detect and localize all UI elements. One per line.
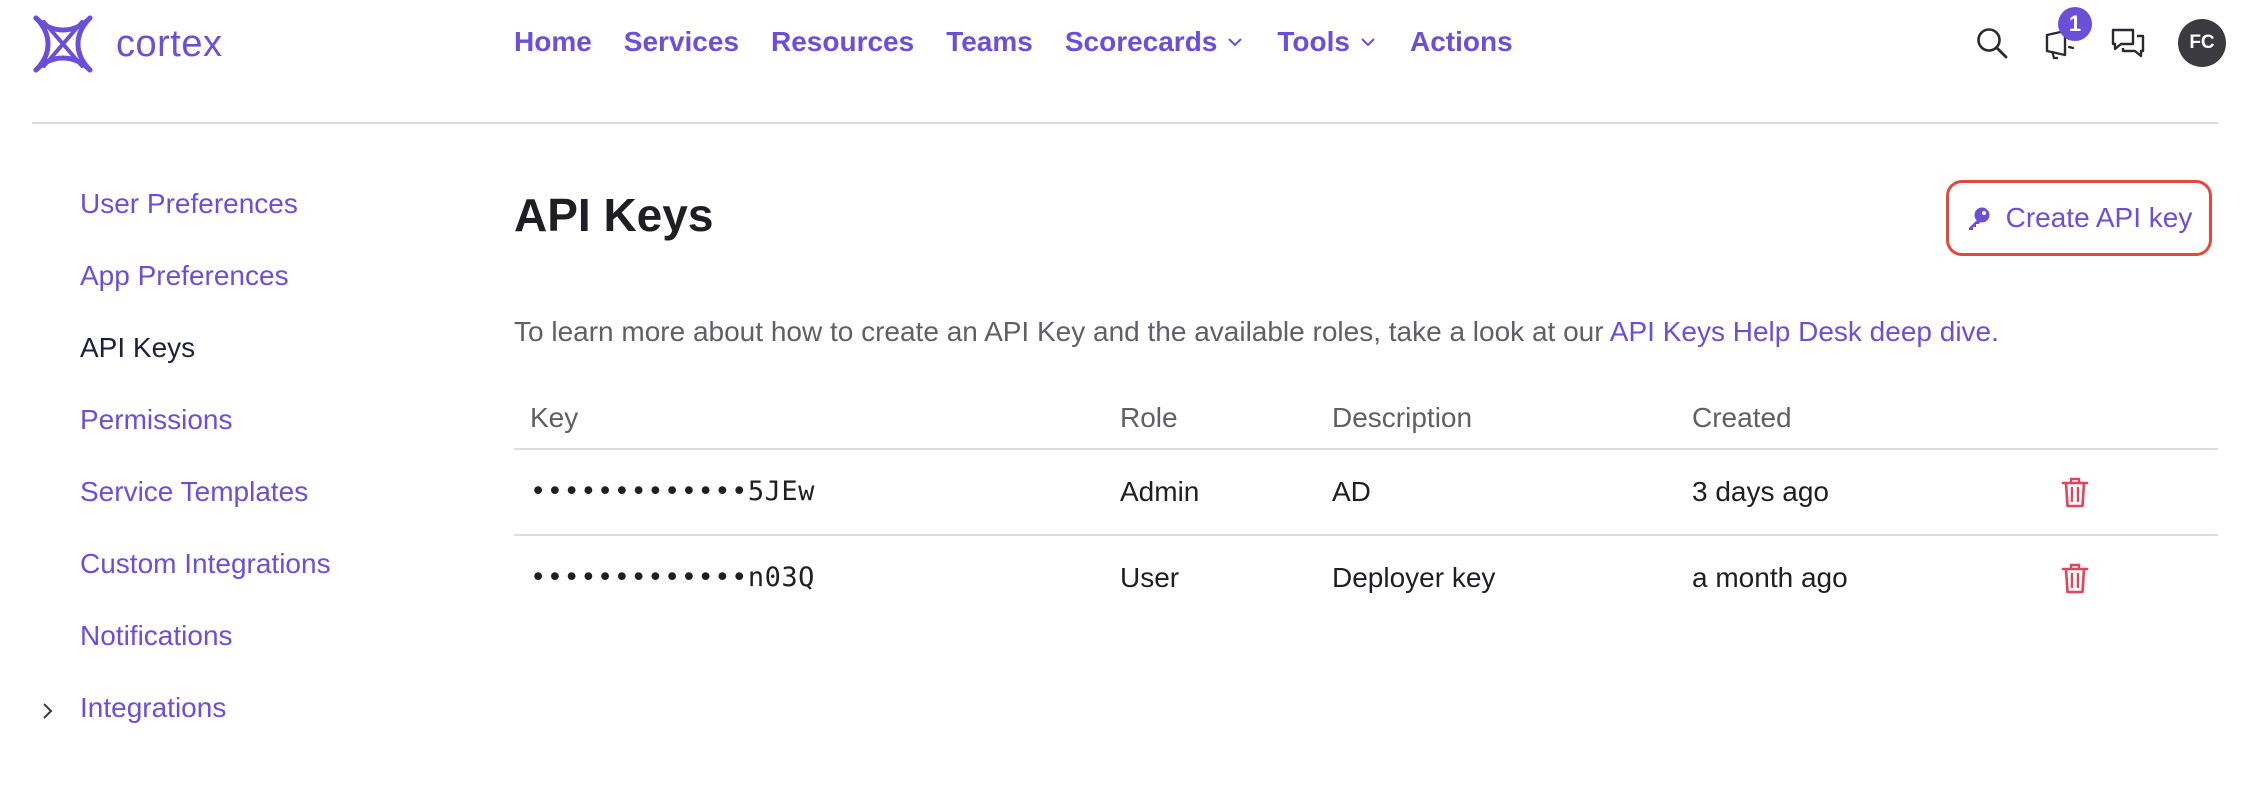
main-nav: Home Services Resources Teams Scorecards… xyxy=(514,20,1545,64)
key-icon xyxy=(1968,207,1990,230)
chevron-right-icon[interactable] xyxy=(36,700,58,722)
row-1-role: Admin xyxy=(1120,476,1200,507)
row-2-description: Deployer key xyxy=(1332,562,1496,593)
announcements-button[interactable]: 1 xyxy=(2040,7,2092,63)
column-header-description: Description xyxy=(1332,402,1473,433)
notification-badge: 1 xyxy=(2058,7,2092,41)
nav-teams-label: Teams xyxy=(946,26,1033,57)
row-divider-line xyxy=(514,534,2218,536)
header-divider xyxy=(32,122,2218,124)
create-api-key-label: Create API key xyxy=(2005,202,2193,233)
sidebar-item-integrations[interactable]: Integrations xyxy=(80,692,226,724)
column-header-created: Created xyxy=(1692,402,1792,433)
row-1-key: •••••••••••••5JEw xyxy=(530,476,815,507)
chat-button[interactable] xyxy=(2108,23,2148,63)
sidebar-item-service-templates[interactable]: Service Templates xyxy=(80,476,308,508)
header-actions: 1 FC xyxy=(1944,7,2226,68)
create-api-key-button[interactable]: Create API key xyxy=(1946,180,2212,256)
nav-actions-label: Actions xyxy=(1409,26,1513,57)
top-navigation: cortex Home Services Resources Teams Sco… xyxy=(0,0,2258,84)
nav-tools-label: Tools xyxy=(1277,26,1350,57)
user-avatar[interactable]: FC xyxy=(2178,19,2226,67)
nav-teams[interactable]: Teams xyxy=(946,26,1033,58)
nav-resources[interactable]: Resources xyxy=(771,26,914,58)
cortex-logo-icon xyxy=(33,15,93,73)
row-1-description: AD xyxy=(1332,476,1371,507)
help-text-body: To learn more about how to create an API… xyxy=(514,316,1610,347)
nav-services-label: Services xyxy=(623,26,740,57)
chevron-down-icon xyxy=(1228,38,1243,47)
nav-scorecards[interactable]: Scorecards xyxy=(1065,26,1246,58)
chat-icon xyxy=(2111,28,2145,58)
row-2-key: •••••••••••••n03Q xyxy=(530,562,815,593)
sidebar-item-api-keys[interactable]: API Keys xyxy=(80,332,195,364)
nav-home-label: Home xyxy=(514,26,592,57)
nav-actions[interactable]: Actions xyxy=(1410,26,1513,58)
page-title: API Keys xyxy=(514,189,714,241)
help-text: To learn more about how to create an API… xyxy=(514,316,1999,348)
sidebar-item-user-preferences[interactable]: User Preferences xyxy=(80,188,298,220)
sidebar-item-custom-integrations[interactable]: Custom Integrations xyxy=(80,548,331,580)
search-icon xyxy=(1977,28,2008,59)
sidebar-item-app-preferences[interactable]: App Preferences xyxy=(80,260,289,292)
brand-name: cortex xyxy=(116,22,223,65)
trash-icon[interactable] xyxy=(2060,476,2090,508)
chevron-down-icon xyxy=(1361,38,1375,47)
search-button[interactable] xyxy=(1972,23,2012,63)
trash-icon[interactable] xyxy=(2060,562,2090,594)
help-desk-link[interactable]: API Keys Help Desk deep dive. xyxy=(1610,316,1999,347)
cortex-logo[interactable]: cortex xyxy=(32,14,222,74)
sidebar-item-permissions[interactable]: Permissions xyxy=(80,404,232,436)
nav-tools[interactable]: Tools xyxy=(1277,26,1378,58)
row-1-created: 3 days ago xyxy=(1692,476,1829,507)
nav-scorecards-label: Scorecards xyxy=(1064,26,1218,57)
sidebar-item-notifications[interactable]: Notifications xyxy=(80,620,233,652)
row-2-created: a month ago xyxy=(1692,562,1848,593)
nav-resources-label: Resources xyxy=(771,26,915,57)
row-2-role: User xyxy=(1120,562,1180,593)
nav-home[interactable]: Home xyxy=(514,26,592,58)
column-header-key: Key xyxy=(530,402,579,433)
header-divider-line xyxy=(514,448,2218,450)
column-header-role: Role xyxy=(1120,402,1178,433)
nav-services[interactable]: Services xyxy=(624,26,739,58)
